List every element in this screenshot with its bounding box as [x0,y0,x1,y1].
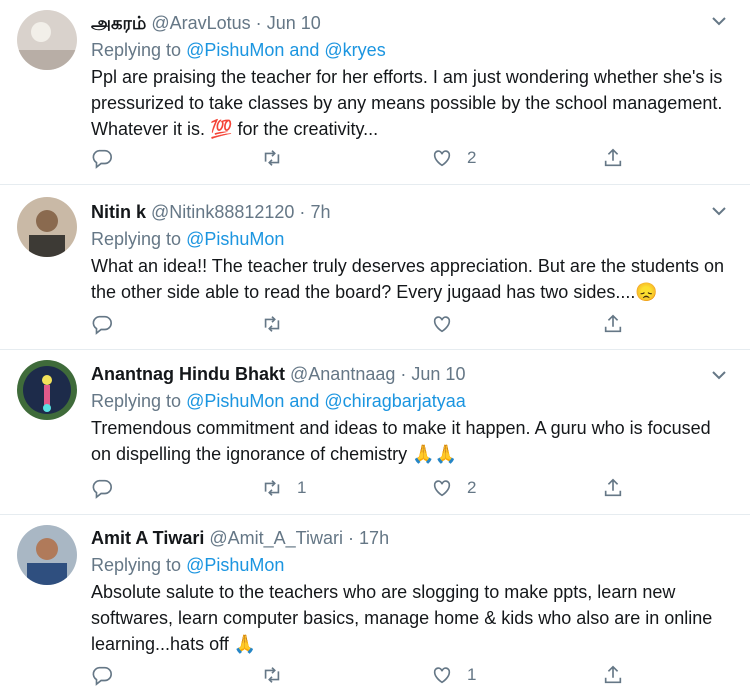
share-button[interactable] [602,146,624,170]
retweet-button[interactable] [261,663,297,687]
share-icon [604,665,622,684]
tweet[interactable]: Amit A Tiwari @Amit_A_Tiwari · 17h Reply… [0,515,750,694]
timestamp[interactable]: Jun 10 [411,364,465,384]
avatar[interactable] [17,197,77,257]
reply-button[interactable] [91,663,127,687]
timestamp[interactable]: 17h [359,528,389,548]
tweet-text-main: Tremendous commitment and ideas to make … [91,418,711,464]
user-handle[interactable]: @AravLotus [151,13,250,33]
replying-to: Replying to @PishuMon and @chiragbarjaty… [91,389,730,413]
tweet-actions: 1 [91,663,651,687]
tweet-actions: 1 2 [91,476,651,500]
retweet-icon [264,150,280,166]
display-name[interactable]: அகரம் [91,13,146,33]
share-button[interactable] [602,312,624,336]
retweet-button[interactable]: 1 [261,476,306,500]
replying-to: Replying to @PishuMon [91,227,730,251]
display-name[interactable]: Amit A Tiwari [91,528,204,548]
replying-prefix: Replying to [91,391,187,411]
chevron-down-icon[interactable] [710,366,728,384]
tweet-header: Amit A Tiwari @Amit_A_Tiwari · 17h [91,527,730,549]
reply-button[interactable] [91,312,127,336]
like-icon [433,480,451,497]
tweet-text-end: for the creativity... [232,119,379,139]
tweet-text: Tremendous commitment and ideas to make … [91,415,730,467]
separator-dot: · [348,528,355,548]
share-button[interactable] [602,476,624,500]
like-button[interactable]: 2 [431,146,476,170]
reply-icon [92,479,112,499]
reply-icon [92,666,112,686]
replying-to-links[interactable]: @PishuMon [186,229,284,249]
replying-prefix: Replying to [91,555,187,575]
hundred-points-emoji: 💯 [210,119,233,139]
tweet-header: Anantnag Hindu Bhakt @Anantnaag · Jun 10 [91,363,730,385]
share-icon [604,314,622,333]
like-count: 2 [467,148,477,167]
chevron-down-icon[interactable] [710,12,728,30]
replying-to-links[interactable]: @PishuMon [186,555,284,575]
avatar[interactable] [17,525,77,585]
disappointed-face-emoji: 😞 [635,282,658,302]
tweet-text: Ppl are praising the teacher for her eff… [91,64,730,142]
like-icon [433,667,451,684]
user-handle[interactable]: @Anantnaag [290,364,395,384]
timestamp[interactable]: Jun 10 [267,13,321,33]
like-button[interactable]: 2 [431,476,476,500]
share-icon [604,148,622,167]
tweet[interactable]: Nitin k @Nitink88812120 · 7h Replying to… [0,185,750,350]
reply-button[interactable] [91,146,127,170]
like-count: 1 [467,665,477,684]
replying-prefix: Replying to [91,40,187,60]
share-icon [604,478,622,497]
retweet-icon [264,667,280,683]
tweet-text-main: Ppl are praising the teacher for her eff… [91,67,723,139]
user-handle[interactable]: @Nitink88812120 [151,202,294,222]
share-button[interactable] [602,663,624,687]
separator-dot: · [255,13,262,33]
avatar[interactable] [17,360,77,420]
replying-prefix: Replying to [91,229,187,249]
display-name[interactable]: Nitin k [91,202,146,222]
replying-to-links[interactable]: @PishuMon and @chiragbarjatyaa [186,391,466,411]
tweet-actions: 2 [91,146,651,170]
like-button[interactable]: 1 [431,663,476,687]
retweet-icon [264,480,280,496]
tweet-text-main: What an idea!! The teacher truly deserve… [91,256,725,302]
user-handle[interactable]: @Amit_A_Tiwari [209,528,343,548]
tweet-text: Absolute salute to the teachers who are … [91,579,730,657]
tweet[interactable]: Anantnag Hindu Bhakt @Anantnaag · Jun 10… [0,350,750,515]
like-icon [433,316,451,333]
separator-dot: · [299,202,306,222]
chevron-down-icon[interactable] [710,202,728,220]
like-button[interactable] [431,312,467,336]
tweet-actions [91,312,651,336]
retweet-button[interactable] [261,146,297,170]
like-icon [433,150,451,167]
replying-to: Replying to @PishuMon [91,553,730,577]
tweet-header: அகரம் @AravLotus · Jun 10 [91,12,730,34]
separator-dot: · [400,364,407,384]
folded-hands-emoji: 🙏🙏 [412,444,458,464]
replying-to-links[interactable]: @PishuMon and @kryes [186,40,386,60]
reply-icon [92,315,112,335]
tweet-text: What an idea!! The teacher truly deserve… [91,253,730,305]
timestamp[interactable]: 7h [310,202,330,222]
like-count: 2 [467,478,477,497]
reply-icon [92,149,112,169]
replying-to: Replying to @PishuMon and @kryes [91,38,730,62]
retweet-count: 1 [297,478,307,497]
avatar[interactable] [17,10,77,70]
retweet-icon [264,316,280,332]
tweet-text-main: Absolute salute to the teachers who are … [91,582,713,654]
reply-button[interactable] [91,476,127,500]
folded-hands-emoji: 🙏 [233,634,257,654]
tweet-header: Nitin k @Nitink88812120 · 7h [91,201,730,223]
retweet-button[interactable] [261,312,297,336]
display-name[interactable]: Anantnag Hindu Bhakt [91,364,285,384]
tweet[interactable]: அகரம் @AravLotus · Jun 10 Replying to @P… [0,0,750,185]
